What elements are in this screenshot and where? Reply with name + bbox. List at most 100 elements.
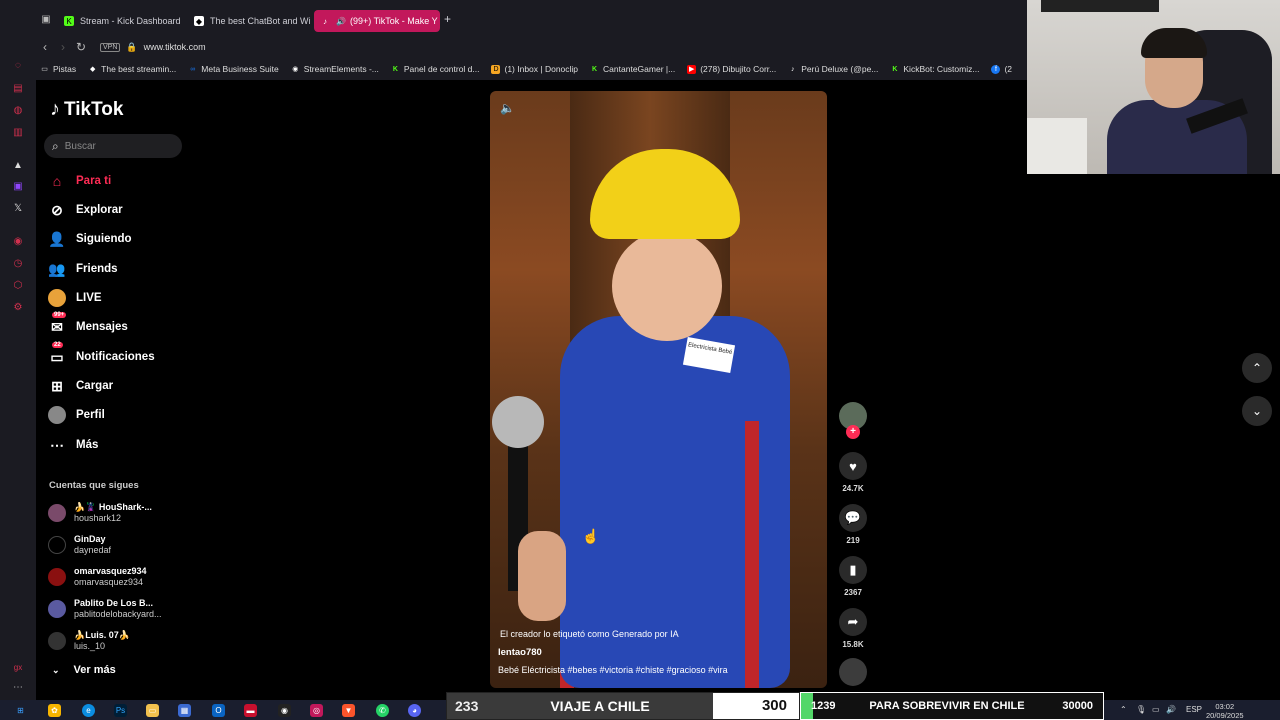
extensions-icon[interactable]: ⬡ xyxy=(12,280,24,292)
capture-icon[interactable]: ▬ xyxy=(244,704,257,717)
like-count: 24.7K xyxy=(842,484,864,493)
share-button[interactable]: ➦ 15.8K xyxy=(839,608,867,649)
settings-icon[interactable]: ⚙ xyxy=(12,302,24,314)
bookmark-item[interactable]: K CantanteGamer |... xyxy=(590,64,675,74)
lock-icon[interactable]: 🔒 xyxy=(126,42,137,53)
forward-button[interactable]: › xyxy=(54,40,72,54)
messages-badge: 99+ xyxy=(52,312,67,318)
kick-icon: K xyxy=(64,16,74,26)
search-input[interactable] xyxy=(64,140,165,152)
bookmark-item[interactable]: f (2 xyxy=(991,64,1012,74)
save-button[interactable]: ▮ 2367 xyxy=(839,556,867,597)
bookmark-item[interactable]: ♪ Perú Deluxe (@pe... xyxy=(788,64,878,74)
nav-messages[interactable]: ✉ 99+ Mensajes xyxy=(48,312,128,336)
photoshop-icon[interactable]: Ps xyxy=(114,704,127,717)
tab-streamelements[interactable]: ◆ The best ChatBot and Wi xyxy=(188,10,312,32)
nav-label: Notificaciones xyxy=(76,351,155,363)
bookmark-item[interactable]: K KickBot: Customiz... xyxy=(890,64,979,74)
bookmark-item[interactable]: K Panel de control d... xyxy=(391,64,480,74)
messenger-icon[interactable]: ◍ xyxy=(12,105,24,117)
player-icon[interactable]: ◉ xyxy=(12,236,24,248)
more-options-icon[interactable]: ⋯ xyxy=(12,682,24,694)
shopping-icon[interactable]: ▤ xyxy=(12,83,24,95)
followed-account[interactable]: omarvasquez934 omarvasquez934 xyxy=(48,566,147,588)
followed-account[interactable]: GinDay daynedaf xyxy=(48,534,111,556)
video-scene-hand xyxy=(518,531,566,621)
tray-network-icon[interactable]: ▭ xyxy=(1152,705,1160,714)
bookmark-item[interactable]: ∞ Meta Business Suite xyxy=(188,64,278,74)
bookmark-item[interactable]: ◉ StreamElements -... xyxy=(291,64,379,74)
goal-bar-trip: 233 VIAJE A CHILE 300 xyxy=(446,692,800,720)
edge-icon[interactable]: e xyxy=(82,704,95,717)
arc-icon[interactable]: ▲ xyxy=(12,160,24,172)
bookmark-item[interactable]: D (1) Inbox | Donoclip xyxy=(491,64,578,74)
url-field[interactable]: www.tiktok.com xyxy=(144,42,206,52)
whatsapp-icon[interactable]: ✆ xyxy=(376,704,389,717)
tiktok-logo[interactable]: ♪ TikTok xyxy=(50,98,123,121)
like-button[interactable]: ♥ 24.7K xyxy=(839,452,867,493)
language-indicator[interactable]: ESP xyxy=(1186,705,1202,714)
volume-icon[interactable]: 🔈 xyxy=(500,101,515,115)
bookmark-label: KickBot: Customiz... xyxy=(903,64,980,74)
tab-kick-dashboard[interactable]: K Stream - Kick Dashboard xyxy=(58,10,186,32)
previous-video-button[interactable]: ⌃ xyxy=(1242,353,1272,383)
tab-tiktok[interactable]: ♪ 🔊 (99+) TikTok - Make Y xyxy=(314,10,440,32)
bookmark-label: Meta Business Suite xyxy=(201,64,279,74)
opera-gx-icon[interactable]: ◎ xyxy=(310,704,323,717)
nav-friends[interactable]: 👥 Friends xyxy=(48,260,117,278)
comment-button[interactable]: 💬 219 xyxy=(839,504,867,545)
nav-label: Explorar xyxy=(76,204,123,216)
history-icon[interactable]: ◷ xyxy=(12,258,24,270)
brave-icon[interactable]: ▼ xyxy=(342,704,355,717)
next-video-button[interactable]: ⌄ xyxy=(1242,396,1272,426)
nav-for-you[interactable]: ⌂ Para ti xyxy=(48,172,111,190)
nav-live[interactable]: LIVE xyxy=(48,289,102,307)
chevron-down-icon: ⌄ xyxy=(1251,404,1263,418)
outlook-icon[interactable]: O xyxy=(212,704,225,717)
nav-following[interactable]: 👤 Siguiendo xyxy=(48,230,131,248)
goal-target: 30000 xyxy=(1062,700,1093,712)
x-icon[interactable]: 𝕏 xyxy=(12,203,24,215)
nav-profile[interactable]: Perfil xyxy=(48,406,105,424)
bookmark-item[interactable]: ◆ The best streamin... xyxy=(88,64,176,74)
search-box[interactable]: ⌕ xyxy=(44,134,182,158)
tiktok-icon: ♪ xyxy=(791,65,795,73)
back-button[interactable]: ‹ xyxy=(36,40,54,54)
tray-chevron-icon[interactable]: ⌃ xyxy=(1120,705,1127,714)
bookmark-item[interactable]: ▶ (278) Dibujito Corr... xyxy=(687,64,776,74)
followed-account[interactable]: Pablito De Los B... pablitodelobackyard..… xyxy=(48,598,162,620)
video-player[interactable]: Electricista Bebé 🔈 El creador lo etique… xyxy=(490,91,827,688)
nav-label: Cargar xyxy=(76,380,114,392)
tray-mic-icon[interactable]: 🎙 xyxy=(1136,705,1146,714)
gx-icon[interactable]: gx xyxy=(12,662,24,674)
tray-volume-icon[interactable]: 🔊 xyxy=(1166,705,1176,714)
file-explorer-icon[interactable]: ▭ xyxy=(146,704,159,717)
photos-icon[interactable]: ✿ xyxy=(48,704,61,717)
windows-start-icon[interactable]: ⊞ xyxy=(14,704,27,717)
followed-account[interactable]: 🍌🦹 HouShark-... houshark12 xyxy=(48,502,152,524)
bookmark-label: (2 xyxy=(1004,64,1013,74)
nav-more[interactable]: ⋯ Más xyxy=(48,436,98,454)
video-author[interactable]: lentao780 xyxy=(498,647,542,658)
nav-upload[interactable]: ⊞ Cargar xyxy=(48,377,113,395)
twitch-icon[interactable]: ▣ xyxy=(12,181,24,193)
followed-account[interactable]: 🍌Luis. 07🍌 luis._10 xyxy=(48,630,130,652)
aria-icon[interactable]: ◌ xyxy=(12,60,24,72)
vpn-badge[interactable]: VPN xyxy=(100,42,121,52)
share-icon: ➦ xyxy=(839,608,867,636)
workspaces-icon[interactable]: ▣ xyxy=(40,14,52,26)
taskbar-clock[interactable]: 03:02 20/09/2025 xyxy=(1206,702,1244,720)
new-tab-button[interactable]: + xyxy=(444,12,451,26)
nav-explore[interactable]: ⊘ Explorar xyxy=(48,201,123,219)
music-player-icon[interactable]: ▥ xyxy=(12,127,24,139)
discord-icon[interactable]: ◕ xyxy=(408,704,421,717)
see-more-button[interactable]: ⌄ Ver más xyxy=(52,664,116,676)
store-icon[interactable]: ▦ xyxy=(178,704,191,717)
reload-button[interactable]: ↻ xyxy=(72,40,90,54)
obs-icon[interactable]: ◉ xyxy=(278,704,291,717)
music-disc-icon[interactable] xyxy=(839,658,867,686)
bookmark-item[interactable]: ▭ Pistas xyxy=(40,64,76,74)
follow-plus-icon[interactable]: + xyxy=(846,425,860,439)
inbox-icon: ▭ 22 xyxy=(50,342,64,365)
nav-notifications[interactable]: ▭ 22 Notificaciones xyxy=(48,342,155,366)
